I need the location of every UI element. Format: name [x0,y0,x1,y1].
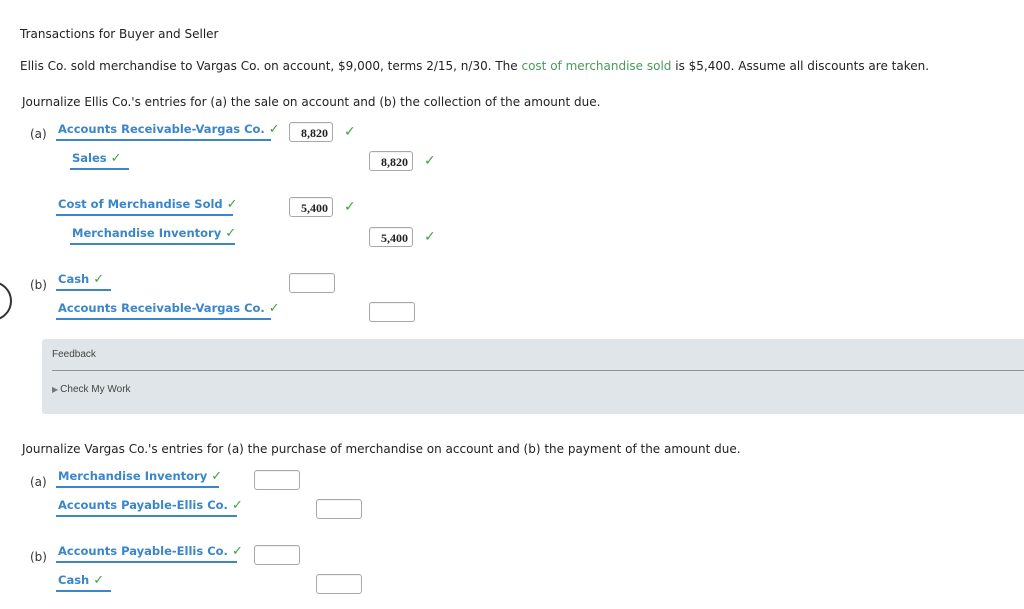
check-icon: ✓ [268,301,280,316]
feedback-divider [52,370,1024,371]
buyer-instruction: Journalize Vargas Co.'s entries for (a) … [22,442,741,456]
problem-text-after: is $5,400. Assume all discounts are take… [671,59,930,73]
buyer-debit-input-1[interactable] [254,470,300,490]
buyer-part-b-label: (b) [30,550,47,564]
seller-debit-input-3[interactable]: 5,400 [289,197,333,217]
seller-credit-input-4[interactable]: 5,400 [369,227,413,247]
seller-debit-input-5[interactable] [289,273,335,293]
check-icon: ✓ [344,124,356,140]
check-my-work-label: Check My Work [60,384,131,395]
account-name: Sales [72,151,107,165]
account-name: Accounts Payable-Ellis Co. [58,544,228,558]
account-name: Cash [58,272,90,286]
check-icon: ✓ [424,153,436,169]
buyer-account-select-4[interactable]: Cash ✓ [56,572,111,592]
account-name: Cost of Merchandise Sold [58,197,223,211]
seller-credit-input-6[interactable] [369,302,415,322]
buyer-account-select-2[interactable]: Accounts Payable-Ellis Co. ✓ [56,497,243,517]
triangle-right-icon: ▶ [52,385,59,394]
account-name: Merchandise Inventory [58,469,208,483]
seller-account-select-3[interactable]: Cost of Merchandise Sold ✓ [56,196,238,216]
seller-account-select-4[interactable]: Merchandise Inventory ✓ [70,225,237,245]
cursor-circle [0,281,12,321]
feedback-panel [42,339,1024,414]
problem-text-before: Ellis Co. sold merchandise to Vargas Co.… [20,59,522,73]
check-icon: ✓ [231,498,243,513]
account-name: Accounts Receivable-Vargas Co. [58,301,265,315]
seller-account-select-6[interactable]: Accounts Receivable-Vargas Co. ✓ [56,300,280,320]
cost-of-merchandise-sold-term[interactable]: cost of merchandise sold [521,59,671,73]
buyer-account-select-1[interactable]: Merchandise Inventory ✓ [56,468,223,488]
account-name: Merchandise Inventory [72,226,222,240]
seller-part-a-label: (a) [30,127,47,141]
check-icon: ✓ [424,229,436,245]
buyer-debit-input-3[interactable] [254,545,300,565]
seller-account-select-1[interactable]: Accounts Receivable-Vargas Co. ✓ [56,121,280,141]
seller-account-select-2[interactable]: Sales ✓ [70,150,129,170]
check-my-work-toggle[interactable]: ▶ Check My Work [52,384,131,395]
check-icon: ✓ [225,226,237,241]
account-name: Accounts Payable-Ellis Co. [58,498,228,512]
check-icon: ✓ [344,199,356,215]
check-icon: ✓ [211,469,223,484]
seller-debit-input-1[interactable]: 8,820 [289,122,333,142]
seller-credit-input-2[interactable]: 8,820 [369,151,413,171]
check-icon: ✓ [268,122,280,137]
buyer-part-a-label: (a) [30,475,47,489]
seller-part-b-label: (b) [30,278,47,292]
check-icon: ✓ [93,573,105,588]
check-icon: ✓ [93,272,105,287]
seller-account-select-5[interactable]: Cash ✓ [56,271,111,291]
seller-instruction: Journalize Ellis Co.'s entries for (a) t… [22,95,601,109]
account-name: Accounts Receivable-Vargas Co. [58,122,265,136]
feedback-label: Feedback [52,349,96,360]
buyer-account-select-3[interactable]: Accounts Payable-Ellis Co. ✓ [56,543,243,563]
check-icon: ✓ [110,151,122,166]
problem-statement: Ellis Co. sold merchandise to Vargas Co.… [20,59,929,73]
check-icon: ✓ [231,544,243,559]
account-name: Cash [58,573,90,587]
buyer-credit-input-2[interactable] [316,499,362,519]
page-title: Transactions for Buyer and Seller [20,27,219,41]
buyer-credit-input-4[interactable] [316,574,362,594]
check-icon: ✓ [226,197,238,212]
